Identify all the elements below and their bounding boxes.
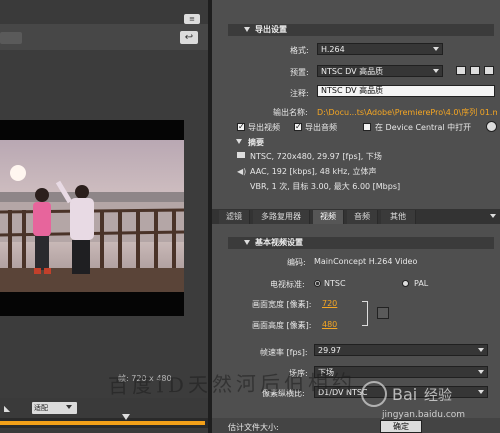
- codec-value: MainConcept H.264 Video: [314, 257, 418, 266]
- frame-rate-select[interactable]: 29.97: [314, 344, 488, 356]
- tab-video[interactable]: 视频: [313, 210, 344, 224]
- video-summary-text: NTSC, 720x480, 29.97 [fps], 下场: [250, 152, 382, 161]
- collapse-triangle-icon[interactable]: [236, 139, 242, 144]
- section-title: 导出设置: [255, 25, 287, 34]
- tab-audio[interactable]: 音频: [347, 210, 378, 224]
- frame-height-value[interactable]: 480: [322, 320, 337, 329]
- tab-menu-icon[interactable]: [490, 214, 496, 218]
- timeline-range: [0, 421, 205, 425]
- preview-toolbar: [0, 24, 208, 50]
- frame-height-label: 画面高度 [像素]:: [252, 321, 312, 330]
- svg-text:Bai: Bai: [392, 385, 417, 404]
- ntsc-radio[interactable]: [314, 280, 321, 287]
- pal-label: PAL: [414, 279, 429, 288]
- comment-input[interactable]: NTSC DV 高品质: [317, 85, 495, 97]
- pal-radio[interactable]: [402, 280, 409, 287]
- export-settings-header[interactable]: 导出设置: [228, 24, 494, 36]
- export-video-checkbox[interactable]: ✓: [237, 123, 245, 131]
- audio-summary-icon: ◀): [237, 167, 247, 176]
- link-bracket: [362, 301, 368, 326]
- format-value: H.264: [321, 45, 345, 54]
- frame-rate-value: 29.97: [318, 346, 341, 355]
- vbr-summary-text: VBR, 1 次, 目标 3.00, 最大 6.00 [Mbps]: [250, 182, 401, 191]
- export-audio-label: 导出音频: [305, 123, 337, 132]
- playhead-icon[interactable]: [122, 414, 130, 420]
- import-preset-icon[interactable]: [470, 66, 480, 75]
- frame-rate-label: 帧速率 [fps]:: [260, 348, 308, 357]
- preset-label: 预置:: [290, 68, 309, 77]
- baidu-jingyan-logo: Bai 经验: [360, 378, 490, 412]
- tab-filters[interactable]: 滤镜: [219, 210, 250, 224]
- return-arrow-icon[interactable]: ↩: [180, 31, 198, 44]
- basic-video-title: 基本视频设置: [255, 238, 303, 247]
- crop-icon[interactable]: ◣: [4, 404, 10, 413]
- audio-summary-text: AAC, 192 [kbps], 48 kHz, 立体声: [250, 167, 377, 176]
- video-frame-image: [0, 140, 184, 292]
- view-dropdown[interactable]: [0, 32, 22, 44]
- chevron-down-icon: [478, 370, 484, 374]
- svg-text:经验: 经验: [424, 388, 452, 404]
- chevron-down-icon: [433, 69, 439, 73]
- basic-video-header[interactable]: 基本视频设置: [228, 237, 494, 249]
- chevron-down-icon: [478, 348, 484, 352]
- format-label: 格式:: [290, 46, 309, 55]
- info-icon[interactable]: [486, 121, 497, 132]
- output-name-label: 输出名称:: [273, 108, 308, 117]
- export-audio-checkbox[interactable]: ✓: [294, 123, 302, 131]
- watermark-url: jingyan.baidu.com: [382, 410, 466, 420]
- ntsc-label: NTSC: [324, 279, 346, 288]
- preview-title-bar: [0, 0, 208, 25]
- device-central-label: 在 Device Central 中打开: [375, 123, 472, 132]
- preset-select[interactable]: NTSC DV 高品质: [317, 65, 443, 77]
- frame-width-label: 画面宽度 [像素]:: [252, 300, 312, 309]
- output-name-link[interactable]: D:\Docu...ts\Adobe\PremierePro\4.0\序列 01…: [317, 107, 497, 118]
- comment-label: 注释:: [290, 89, 309, 98]
- tv-standard-label: 电视标准:: [270, 280, 305, 289]
- ok-button[interactable]: 确定: [380, 420, 422, 433]
- watermark-text: 百度ID天然河后伯相约: [107, 369, 357, 399]
- device-central-checkbox[interactable]: [363, 123, 371, 131]
- save-preset-icon[interactable]: [456, 66, 466, 75]
- delete-preset-icon[interactable]: [484, 66, 494, 75]
- summary-title: 摘要: [248, 138, 264, 147]
- collapse-triangle-icon: [244, 240, 250, 245]
- panel-menu-button[interactable]: ≡: [184, 14, 200, 24]
- chevron-down-icon: [433, 47, 439, 51]
- constrain-proportions-checkbox[interactable]: [377, 307, 389, 319]
- video-summary-icon: [237, 152, 245, 158]
- chevron-down-icon: [66, 405, 72, 409]
- tab-others[interactable]: 其他: [381, 210, 416, 224]
- estimated-size-label: 估计文件大小:: [228, 423, 279, 432]
- preset-value: NTSC DV 高品质: [321, 67, 384, 76]
- collapse-triangle-icon: [244, 27, 250, 32]
- tab-multiplexer[interactable]: 多路复用器: [253, 210, 310, 224]
- frame-width-value[interactable]: 720: [322, 299, 337, 308]
- export-video-label: 导出视频: [248, 123, 280, 132]
- codec-label: 编码:: [287, 258, 306, 267]
- format-select[interactable]: H.264: [317, 43, 443, 55]
